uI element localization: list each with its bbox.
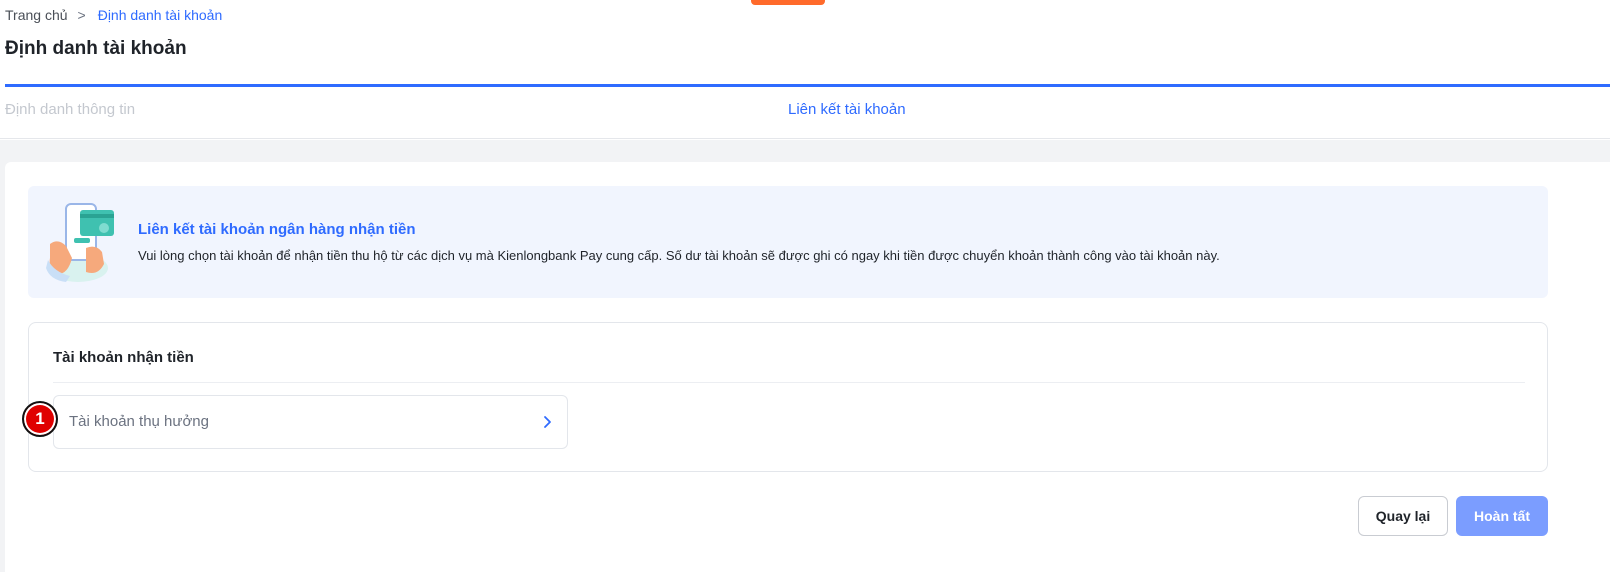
header-divider	[0, 138, 1610, 139]
step-link-account: Liên kết tài khoản	[788, 101, 906, 118]
finish-button[interactable]: Hoàn tất	[1456, 496, 1548, 536]
beneficiary-account-selector[interactable]: Tài khoản thụ hưởng	[53, 395, 568, 449]
stepper: Định danh thông tin Liên kết tài khoản	[0, 87, 1610, 137]
section-title: Tài khoản nhận tiền	[53, 349, 194, 366]
breadcrumb-current: Định danh tài khoản	[97, 7, 223, 23]
phone-card-icon	[46, 203, 114, 282]
info-title: Liên kết tài khoản ngân hàng nhận tiền	[138, 221, 416, 238]
back-button[interactable]: Quay lại	[1358, 496, 1448, 536]
beneficiary-account-label: Tài khoản thụ hưởng	[69, 413, 209, 430]
annotation-marker: 1	[22, 401, 58, 437]
page-header: Trang chủ > Định danh tài khoản Định dan…	[0, 0, 1610, 140]
step-identify-info: Định danh thông tin	[5, 101, 136, 118]
chevron-right-icon	[544, 416, 551, 428]
section-divider	[53, 382, 1525, 383]
page-title: Định danh tài khoản	[5, 38, 187, 59]
info-banner: Liên kết tài khoản ngân hàng nhận tiền V…	[28, 186, 1548, 298]
receiving-account-section: Tài khoản nhận tiền Tài khoản thụ hưởng	[28, 322, 1548, 472]
breadcrumb: Trang chủ > Định danh tài khoản	[5, 6, 222, 24]
environment-tag	[751, 0, 825, 5]
info-description: Vui lòng chọn tài khoản để nhận tiền thu…	[138, 248, 1220, 263]
breadcrumb-separator: >	[77, 7, 86, 23]
breadcrumb-home[interactable]: Trang chủ	[5, 7, 68, 23]
